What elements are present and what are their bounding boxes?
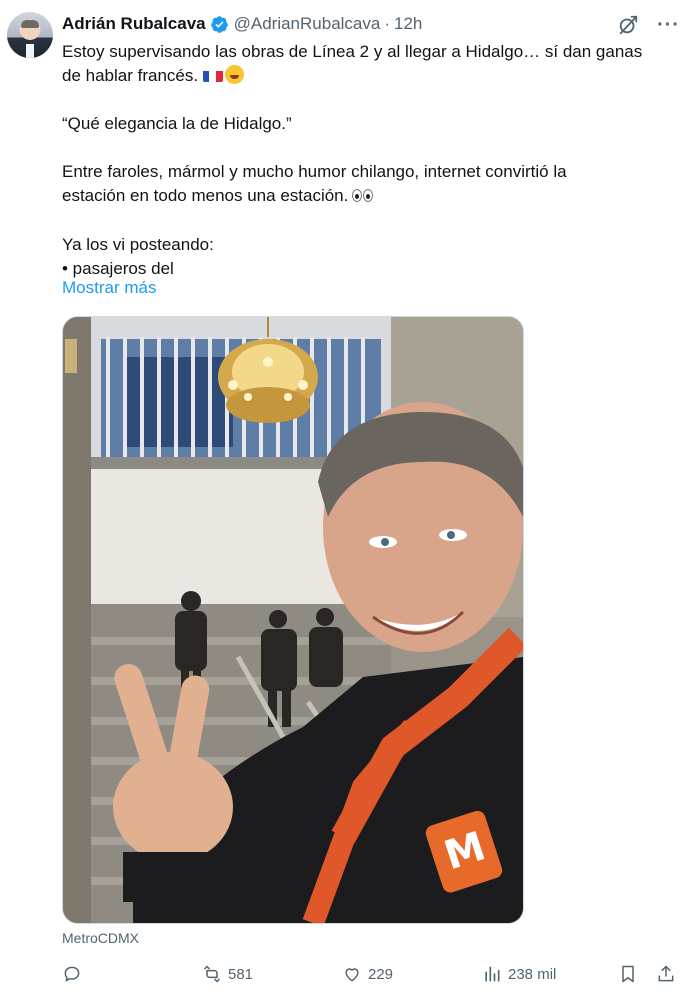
text-line: Estoy supervisando las obras de Línea 2 … — [62, 42, 643, 61]
text-line: de hablar francés. — [62, 64, 682, 88]
text-line-content: estación en todo menos una estación. — [62, 186, 349, 205]
author-name[interactable]: Adrián Rubalcava — [62, 14, 206, 34]
bookmark-icon — [622, 965, 634, 983]
text-line: Entre faroles, mármol y mucho humor chil… — [62, 162, 567, 181]
more-options-icon[interactable]: ··· — [657, 15, 680, 35]
like-button[interactable]: 229 — [342, 964, 393, 984]
retweet-icon — [203, 965, 221, 983]
views-button[interactable]: 238 mil — [482, 964, 556, 984]
verified-badge-icon[interactable] — [210, 15, 229, 34]
views-icon — [485, 966, 500, 982]
text-line: estación en todo menos una estación. — [62, 184, 682, 209]
france-flag-emoji — [202, 68, 223, 82]
bookmark-button[interactable] — [618, 964, 638, 984]
separator-dot: · — [384, 14, 391, 33]
share-button[interactable] — [656, 964, 676, 984]
media-caption[interactable]: MetroCDMX — [62, 930, 139, 946]
text-line-content: de hablar francés. — [62, 66, 199, 85]
text-quote: “Qué elegancia la de Hidalgo.” — [62, 114, 292, 133]
tweet-text: Estoy supervisando las obras de Línea 2 … — [62, 40, 682, 281]
tweet-time[interactable]: 12h — [394, 14, 422, 34]
reply-icon — [64, 966, 80, 982]
eyes-emoji — [352, 185, 374, 209]
tweet-header: Adrián Rubalcava @AdrianRubalcava · 12h — [62, 13, 422, 35]
like-count: 229 — [368, 965, 394, 983]
retweet-button[interactable]: 581 — [202, 964, 253, 984]
grok-icon[interactable] — [617, 14, 639, 36]
author-handle[interactable]: @AdrianRubalcava — [234, 14, 381, 34]
heart-icon — [345, 968, 359, 982]
reply-button[interactable] — [62, 964, 88, 984]
author-avatar[interactable] — [7, 12, 53, 58]
share-icon — [658, 965, 674, 982]
tweet-action-bar: 581 229 238 mil — [62, 964, 682, 986]
text-line: Ya los vi posteando: — [62, 235, 214, 254]
tears-of-joy-emoji — [224, 65, 244, 84]
views-count: 238 mil — [508, 965, 557, 983]
show-more-link[interactable]: Mostrar más — [62, 278, 156, 298]
tweet-top-actions: ··· — [617, 14, 680, 36]
retweet-count: 581 — [228, 965, 254, 983]
tweet-photo[interactable]: M — [62, 316, 524, 924]
